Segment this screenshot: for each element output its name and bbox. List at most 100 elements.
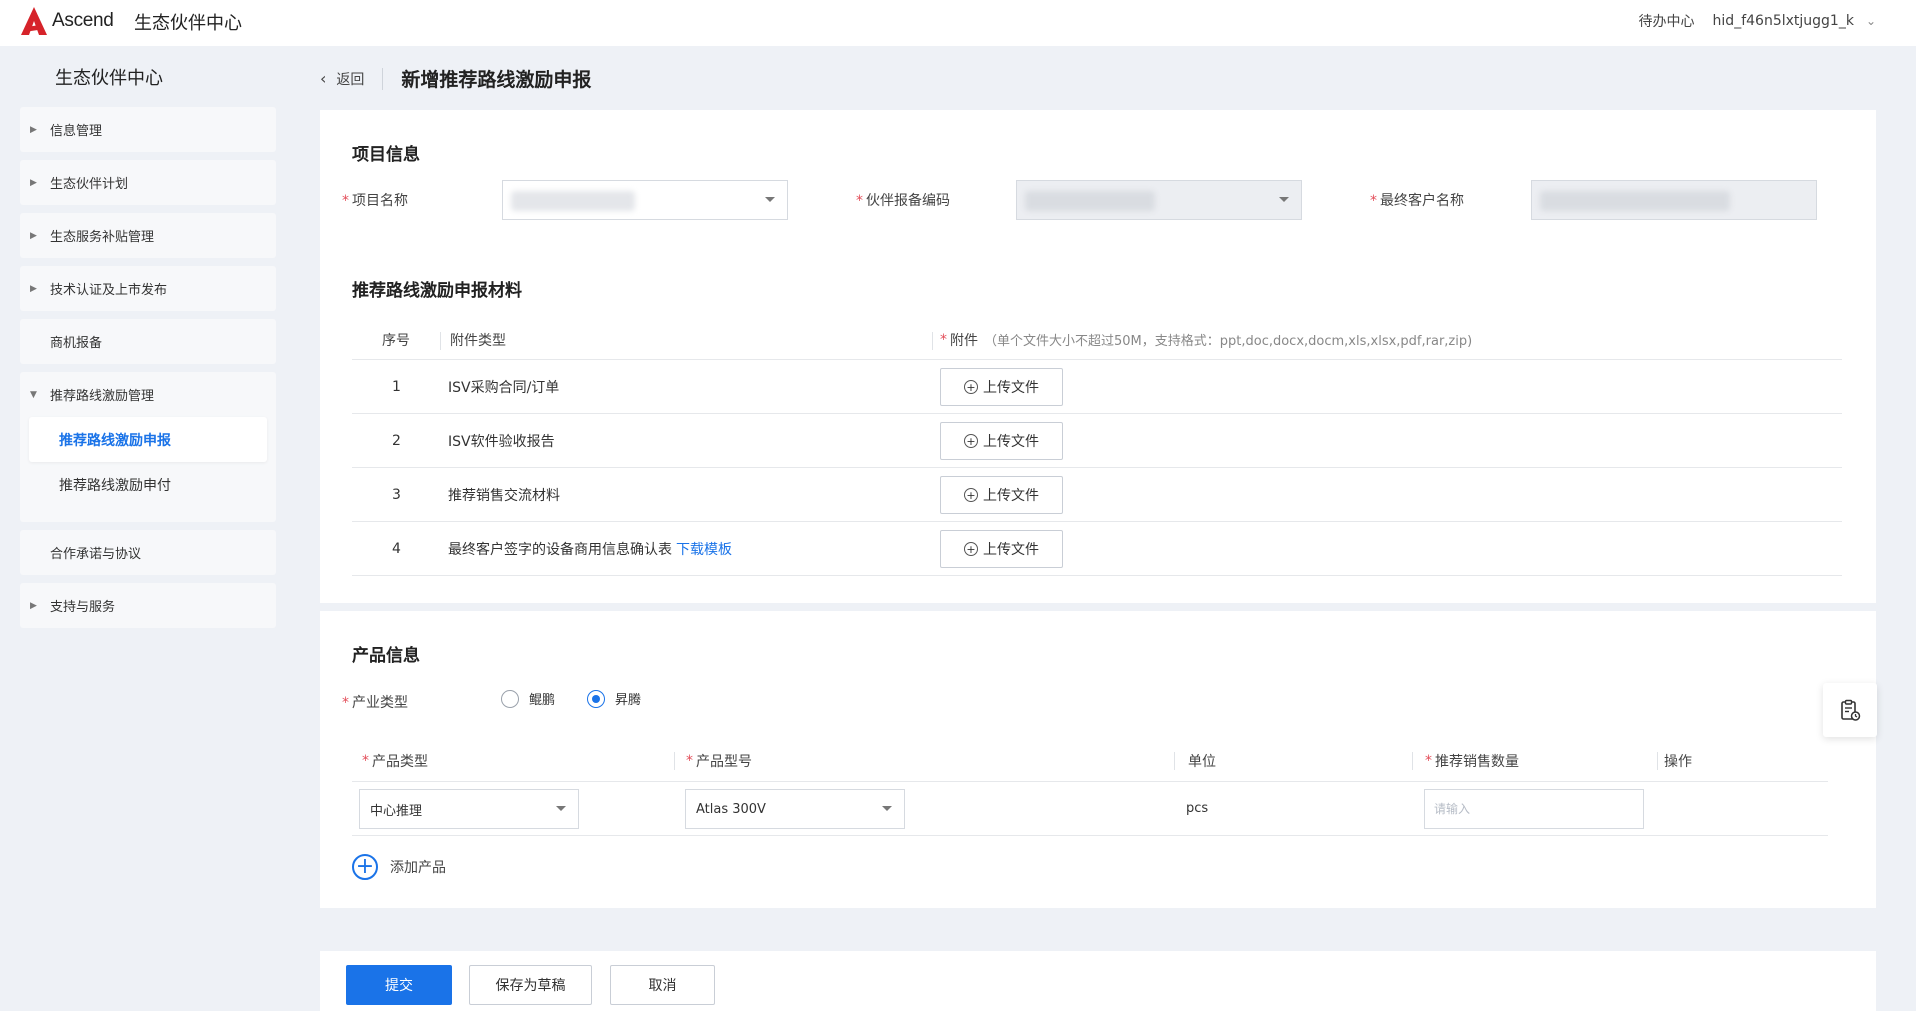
add-product-button[interactable]: + 添加产品 (352, 854, 446, 880)
table-row: 3 推荐销售交流材料 + 上传文件 (352, 468, 1842, 522)
chevron-down-icon[interactable]: ⌄ (1866, 14, 1876, 28)
row-index: 1 (392, 378, 401, 395)
end-customer-input[interactable] (1531, 180, 1817, 220)
table-row: 2 ISV软件验收报告 + 上传文件 (352, 414, 1842, 468)
sidebar-item-label: 生态伙伴计划 (50, 177, 129, 192)
required-mark: * (342, 695, 349, 711)
sidebar-group-incentive: ▼ 推荐路线激励管理 推荐路线激励申报 推荐路线激励申付 (20, 372, 276, 522)
attachments-table: 序号 附件类型 * 附件 （单个文件大小不超过50M，支持格式：ppt,doc,… (352, 320, 1842, 576)
redacted-value (1540, 191, 1730, 211)
radio-circle (501, 689, 519, 708)
upload-button[interactable]: + 上传文件 (940, 476, 1063, 514)
sidebar-item-support[interactable]: ▶ 支持与服务 (20, 583, 276, 628)
app-title[interactable]: 生态伙伴中心 (134, 9, 242, 35)
sidebar-title: 生态伙伴中心 (55, 68, 163, 89)
divider (382, 67, 384, 90)
row-index: 2 (392, 432, 401, 449)
project-name-select[interactable] (502, 180, 788, 220)
top-bar: Ascend 生态伙伴中心 待办中心 hid_f46n5lxtjugg1_k ⌄ (0, 0, 1916, 46)
section-title-product: 产品信息 (352, 646, 420, 666)
industry-type-label: 产业类型 (352, 695, 408, 711)
sidebar-item-agreements[interactable]: 合作承诺与协议 (20, 530, 276, 575)
row-type: ISV采购合同/订单 (448, 379, 560, 396)
user-menu[interactable]: hid_f46n5lxtjugg1_k (1713, 13, 1854, 29)
save-draft-button[interactable]: 保存为草稿 (469, 965, 592, 1005)
product-type-value: 中心推理 (370, 803, 423, 819)
section-title-project: 项目信息 (352, 145, 420, 165)
submit-button[interactable]: 提交 (346, 965, 452, 1005)
upload-button[interactable]: + 上传文件 (940, 422, 1063, 460)
cancel-button[interactable]: 取消 (610, 965, 715, 1005)
table-row: 中心推理 Atlas 300V pcs (352, 782, 1828, 836)
back-button[interactable]: ‹ 返回 (320, 69, 364, 89)
table-row: 1 ISV采购合同/订单 + 上传文件 (352, 360, 1842, 414)
sidebar-item-opportunity[interactable]: 商机报备 (20, 319, 276, 364)
upload-label: 上传文件 (983, 434, 1039, 450)
add-product-label: 添加产品 (390, 860, 446, 876)
ascend-logo[interactable]: Ascend (20, 6, 114, 36)
caret-right-icon: ▶ (30, 124, 37, 135)
caret-right-icon: ▶ (30, 230, 37, 241)
sidebar-item-label: 商机报备 (50, 336, 103, 351)
sidebar-item-label: 信息管理 (50, 124, 103, 139)
col-divider (1174, 752, 1175, 770)
product-model-value: Atlas 300V (696, 801, 766, 817)
row-index: 3 (392, 486, 401, 503)
redacted-value (511, 191, 635, 211)
upload-button[interactable]: + 上传文件 (940, 530, 1063, 568)
sidebar-item-tech-certification[interactable]: ▶ 技术认证及上市发布 (20, 266, 276, 311)
sidebar-item-partner-plan[interactable]: ▶ 生态伙伴计划 (20, 160, 276, 205)
caret-right-icon: ▶ (30, 177, 37, 188)
caret-down-icon (765, 197, 775, 202)
sidebar-item-label: 支持与服务 (50, 600, 116, 615)
plus-circle-icon: + (964, 434, 978, 448)
col-quantity: 推荐销售数量 (1435, 753, 1519, 770)
required-mark: * (342, 193, 349, 209)
radio-kunpeng[interactable]: 鲲鹏 (501, 689, 555, 708)
partner-code-select[interactable] (1016, 180, 1302, 220)
page-title: 新增推荐路线激励申报 (401, 69, 592, 91)
upload-label: 上传文件 (983, 488, 1039, 504)
upload-button[interactable]: + 上传文件 (940, 368, 1063, 406)
product-model-select[interactable]: Atlas 300V (685, 789, 905, 829)
product-table: * 产品类型 * 产品型号 单位 * 推荐销售数量 操作 中心推理 Atlas 300… (352, 740, 1828, 836)
sidebar-subitem-incentive-apply[interactable]: 推荐路线激励申报 (29, 417, 267, 462)
row-type: 推荐销售交流材料 (448, 487, 560, 504)
project-name-label: 项目名称 (352, 193, 408, 209)
quantity-input[interactable] (1424, 789, 1644, 829)
sidebar-item-service-subsidy[interactable]: ▶ 生态服务补贴管理 (20, 213, 276, 258)
radio-circle-selected (587, 689, 605, 708)
end-customer-label: 最终客户名称 (1380, 193, 1464, 209)
caret-down-icon (556, 806, 566, 811)
radio-ascend[interactable]: 昇腾 (587, 689, 641, 708)
required-mark: * (940, 331, 947, 348)
required-mark: * (362, 752, 369, 769)
table-row: 4 最终客户签字的设备商用信息确认表 下载模板 + 上传文件 (352, 522, 1842, 576)
download-template-link[interactable]: 下载模板 (676, 539, 732, 559)
clipboard-icon (1841, 699, 1861, 721)
logo-text: Ascend (52, 10, 114, 31)
upload-label: 上传文件 (983, 542, 1039, 558)
attachment-hint: （单个文件大小不超过50M，支持格式：ppt,doc,docx,docm,xls… (984, 334, 1473, 349)
section-title-materials: 推荐路线激励申报材料 (352, 281, 522, 301)
todo-center-link[interactable]: 待办中心 (1639, 11, 1695, 31)
redacted-value (1025, 191, 1155, 211)
sidebar-item-label: 生态服务补贴管理 (50, 230, 155, 245)
table-header: * 产品类型 * 产品型号 单位 * 推荐销售数量 操作 (352, 740, 1828, 782)
row-index: 4 (392, 540, 401, 557)
col-action: 操作 (1664, 753, 1692, 770)
radio-label: 昇腾 (615, 693, 642, 708)
upload-label: 上传文件 (983, 380, 1039, 396)
row-type: ISV软件验收报告 (448, 433, 555, 450)
sidebar-item-label: 推荐路线激励管理 (50, 389, 155, 404)
sidebar-subitem-incentive-payment[interactable]: 推荐路线激励申付 (20, 462, 276, 507)
caret-down-icon (882, 806, 892, 811)
plus-circle-icon: + (964, 488, 978, 502)
col-product-model: 产品型号 (696, 753, 752, 770)
sidebar-item-incentive-management[interactable]: ▼ 推荐路线激励管理 (20, 372, 276, 417)
ascend-logo-icon (21, 7, 47, 35)
clipboard-float-button[interactable] (1823, 683, 1877, 737)
product-type-select[interactable]: 中心推理 (359, 789, 579, 829)
required-mark: * (686, 752, 693, 769)
sidebar-item-info-management[interactable]: ▶ 信息管理 (20, 107, 276, 152)
